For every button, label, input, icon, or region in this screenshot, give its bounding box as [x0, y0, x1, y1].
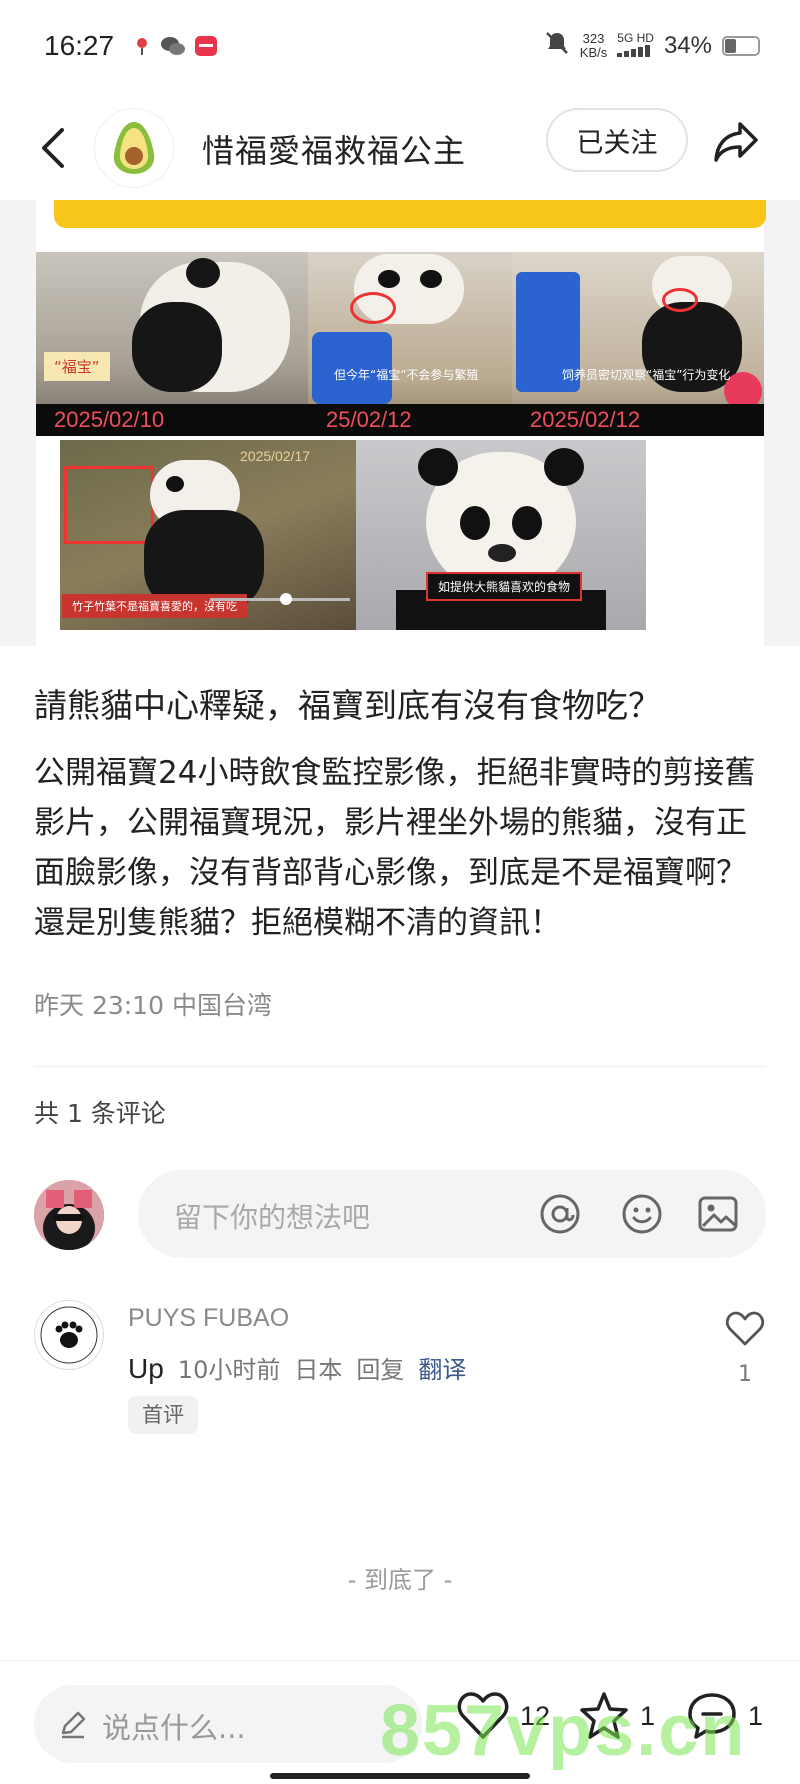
site-watermark: 857vps.cn [380, 1691, 747, 1771]
net-speed: 323 KB/s [579, 30, 608, 60]
say-something-input[interactable]: 说点什么... [34, 1685, 422, 1763]
post-title: 請熊貓中心釋疑，福寶到底有沒有食物吃？ [34, 686, 661, 725]
end-of-list: - 到底了 - [347, 1566, 453, 1594]
share-button[interactable] [706, 112, 766, 172]
divider [34, 1066, 766, 1067]
frame-2-date: 25/02/12 [308, 404, 512, 436]
say-something-placeholder: 说点什么... [102, 1711, 246, 1745]
comment-line: Up 10小时前 日本 回复 翻译 [128, 1350, 466, 1385]
image-top-band [54, 200, 766, 228]
avocado-icon [113, 122, 155, 174]
follow-button[interactable]: 已关注 [546, 108, 688, 172]
status-bar: 16:27 323 KB/s 5G HD 34% [0, 0, 800, 96]
mention-icon[interactable] [536, 1190, 584, 1238]
translate-link[interactable]: 翻译 [418, 1350, 466, 1385]
wechat-icon [160, 34, 185, 58]
dnd-icon [544, 30, 570, 61]
share-icon [714, 122, 758, 162]
net-speed-unit: KB/s [579, 44, 608, 60]
battery-percent: 34% [663, 31, 712, 59]
status-right: 323 KB/s 5G HD 34% [544, 30, 760, 61]
battery-icon [722, 35, 760, 56]
comment-location: 日本 [294, 1356, 343, 1384]
paw-logo-icon [40, 1306, 98, 1364]
video-frame-2: 但今年“福宝”不会参与繁殖 25/02/12 [308, 252, 512, 436]
post-header: 惜福愛福救福公主 已关注 [0, 96, 800, 200]
comment-like-button[interactable] [722, 1306, 768, 1352]
frame-3-date: 2025/02/12 [512, 404, 764, 436]
post-body: 公開福寶24小時飲食監控影像，拒絕非實時的剪接舊影片，公開福寶現況，影片裡坐外場… [34, 755, 756, 941]
location-icon [130, 34, 154, 58]
battery-fill [725, 38, 736, 53]
frame-3-caption: 饲养员密切观察“福宝”行为变化 [562, 368, 731, 382]
network-type: 5G HD [617, 30, 654, 60]
frame-5-caption: 如提供大熊貓喜欢的食物 [426, 572, 583, 601]
heart-icon [726, 1311, 764, 1346]
frame-1-caption: “福宝” [44, 352, 110, 381]
post-meta: 昨天 23:10 中国台湾 [34, 991, 272, 1020]
video-frame-5: 如提供大熊貓喜欢的食物 [356, 440, 646, 630]
net-speed-value: 323 [582, 30, 605, 46]
frame-1-date: 2025/02/10 [36, 404, 308, 436]
chevron-left-icon [42, 128, 64, 168]
comment-input[interactable]: 留下你的想法吧 [138, 1170, 766, 1258]
post-image[interactable]: “福宝” 2025/02/10 但今年“福宝”不会参与繁殖 25/02/12 饲… [0, 200, 800, 646]
commenter-name[interactable]: PUYS FUBAO [128, 1304, 289, 1333]
pencil-icon [54, 1705, 92, 1743]
first-comment-badge: 首评 [128, 1396, 198, 1434]
post-comment-count: 1 [748, 1700, 764, 1731]
commenter-avatar[interactable] [34, 1300, 104, 1370]
emoji-icon[interactable] [618, 1190, 666, 1238]
app-notification-icon [194, 34, 218, 58]
network-label: 5G HD [617, 30, 654, 45]
comment-time: 10小时前 [177, 1356, 281, 1384]
frame-2-caption: 但今年“福宝”不会参与繁殖 [334, 368, 479, 382]
author-avatar[interactable] [94, 108, 174, 188]
avatar-photo [34, 1180, 104, 1250]
image-collage: “福宝” 2025/02/10 但今年“福宝”不会参与繁殖 25/02/12 饲… [36, 200, 766, 646]
reply-link[interactable]: 回复 [356, 1350, 404, 1385]
video-frame-1: “福宝” 2025/02/10 [36, 252, 308, 436]
frame-4-date: 2025/02/17 [240, 448, 311, 464]
video-frame-3: 饲养员密切观察“福宝”行为变化 2025/02/12 [512, 252, 764, 436]
video-frame-4: 2025/02/17 竹子竹葉不是福寶喜愛的，沒有吃 [60, 440, 356, 630]
image-icon[interactable] [694, 1190, 742, 1238]
home-indicator[interactable] [270, 1773, 530, 1779]
comment-count: 共 1 条评论 [34, 1099, 166, 1128]
status-time: 16:27 [44, 30, 115, 61]
comment-input-placeholder: 留下你的想法吧 [174, 1201, 371, 1234]
comment-text: Up [128, 1353, 164, 1384]
back-button[interactable] [28, 118, 78, 178]
comment-like-count: 1 [738, 1362, 752, 1387]
author-name[interactable]: 惜福愛福救福公主 [202, 126, 466, 172]
my-avatar[interactable] [34, 1180, 104, 1250]
signal-icon [617, 44, 651, 57]
